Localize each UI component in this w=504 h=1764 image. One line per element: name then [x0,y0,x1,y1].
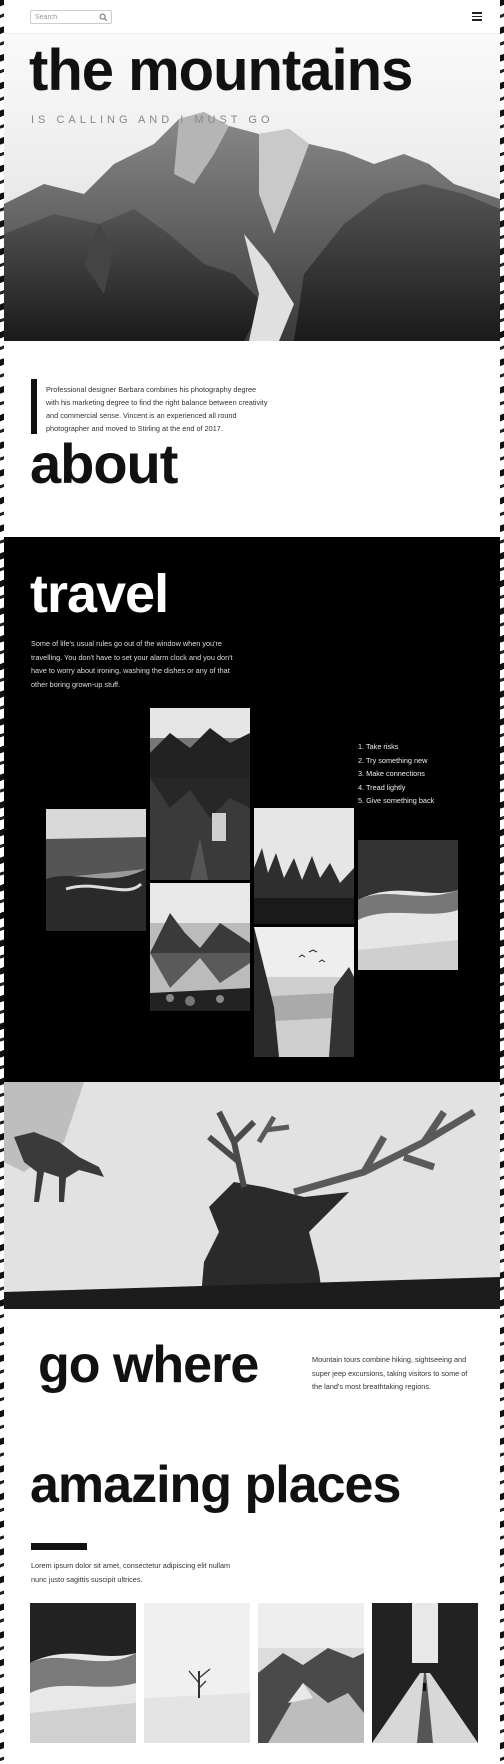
about-text: Professional designer Barbara combines h… [46,385,268,433]
list-item: 5. Give something back [358,796,435,806]
amazing-accent-bar [31,1543,87,1550]
place-photo-forest-road[interactable] [372,1603,478,1743]
amazing-places-text: Lorem ipsum dolor sit amet, consectetur … [31,1561,231,1584]
list-item: 4. Tread lightly [358,782,406,792]
amazing-places-title: amazing places [30,1456,401,1514]
list-item: 1. Take risks [358,742,399,751]
travel-title: travel [30,564,169,624]
gallery-photo-mountain-reflection[interactable] [150,883,250,1011]
go-where-title: go where [38,1336,259,1394]
list-item: 3. Make connections [358,769,425,779]
hero-title: the mountains [29,38,413,103]
gallery-photo-lake-coast[interactable] [46,809,146,931]
list-item: 2. Try something new [358,755,428,765]
place-photo-lone-tree[interactable] [144,1603,250,1743]
search-icon[interactable] [99,13,108,22]
go-where-section: go where Mountain tours combine hiking, … [4,1309,500,1459]
travel-section: travel Some of life's usual rules go out… [4,537,500,1082]
amazing-places-section: amazing places Lorem ipsum dolor sit ame… [4,1459,500,1764]
search-input[interactable] [35,12,95,23]
travel-tips-list: 1. Take risks 2. Try something new 3. Ma… [358,740,434,808]
about-section: Professional designer Barbara combines h… [4,341,500,537]
deer-banner-image [4,1082,500,1309]
header [4,0,500,34]
gallery-photo-foggy-forest[interactable] [254,808,354,924]
page: the mountains IS CALLING AND I MUST GO P… [4,0,500,1764]
go-where-text: Mountain tours combine hiking, sightseei… [312,1355,468,1391]
gallery-photo-dock-lake[interactable] [150,708,250,880]
gallery-photo-snow-shore[interactable] [358,840,458,970]
place-photo-snowy-mountain[interactable] [258,1603,364,1743]
hero-subtitle: IS CALLING AND I MUST GO [31,114,274,126]
right-border-pattern [500,0,504,1764]
about-title: about [30,432,178,495]
place-photo-snowy-shore[interactable] [30,1603,136,1743]
travel-text: Some of life's usual rules go out of the… [31,639,233,689]
hamburger-menu-icon[interactable] [472,12,482,21]
search-box[interactable] [30,10,112,24]
left-border-pattern [0,0,4,1764]
about-accent-bar [31,379,37,434]
gallery-photo-misty-lake-birds[interactable] [254,927,354,1057]
hero-section: the mountains IS CALLING AND I MUST GO [4,34,500,341]
